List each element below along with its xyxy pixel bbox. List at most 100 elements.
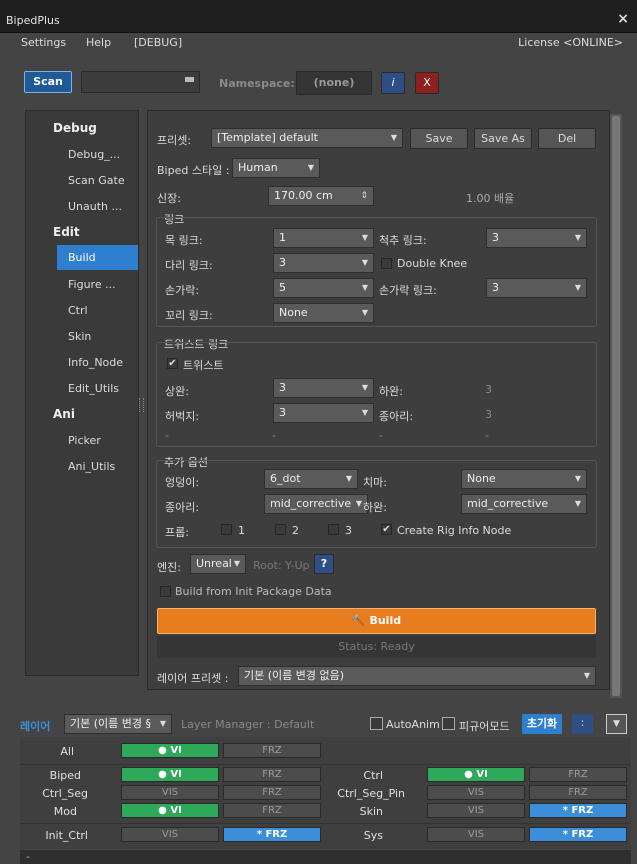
extra-calf-select[interactable]: mid_corrective ▼ <box>264 494 368 514</box>
twist-checkbox[interactable]: ✔ <box>167 358 178 369</box>
ctrl-seg-pin-frz-toggle[interactable]: FRZ <box>529 785 627 800</box>
ctrl-frz-toggle[interactable]: FRZ <box>529 767 627 782</box>
menu-help[interactable]: Help <box>86 36 111 49</box>
license-status: License <ONLINE> <box>518 36 623 49</box>
extra-calf-label: 종아리: <box>165 501 200 514</box>
height-scale: 1.00 배율 <box>466 192 515 205</box>
figure-mode-checkbox[interactable] <box>442 717 455 730</box>
upper-arm-select[interactable]: 3 ▼ <box>273 378 374 398</box>
sidebar-item-ctrl[interactable]: Ctrl <box>68 304 88 317</box>
biped-style-label: Biped 스타일 : <box>157 164 230 177</box>
rig-info-checkbox[interactable]: ✔ <box>381 524 392 535</box>
layer-preset-select[interactable]: 기본 (이름 변경 없음) ▼ <box>238 666 596 686</box>
save-as-button[interactable]: Save As <box>474 128 532 149</box>
tail-link-select[interactable]: None ▼ <box>273 303 374 323</box>
menu-bar: Settings Help [DEBUG] License <ONLINE> <box>0 33 637 57</box>
layer-preset-value: 기본 (이름 변경 없음) <box>244 669 345 682</box>
init-ctrl-vis-toggle[interactable]: VIS <box>121 827 219 842</box>
sys-frz-toggle[interactable]: * FRZ <box>529 827 627 842</box>
sys-vis-toggle[interactable]: VIS <box>427 827 525 842</box>
layer-menu-button[interactable]: : <box>572 714 593 734</box>
prop-3-checkbox[interactable] <box>328 524 339 535</box>
biped-vi-toggle[interactable]: ● VI <box>121 767 219 782</box>
reset-button[interactable]: 초기화 <box>522 714 562 734</box>
ctrl-seg-pin-vis-toggle[interactable]: VIS <box>427 785 525 800</box>
engine-help-button[interactable]: ? <box>314 554 334 574</box>
hip-label: 엉덩이: <box>165 476 200 489</box>
extra-forearm-label: 하완: <box>363 501 387 514</box>
spine-link-select[interactable]: 3 ▼ <box>486 228 587 248</box>
extra-forearm-select[interactable]: mid_corrective ▼ <box>461 494 587 514</box>
hip-select[interactable]: 6_dot ▼ <box>264 469 358 489</box>
scan-input[interactable] <box>81 71 200 93</box>
save-button[interactable]: Save <box>410 128 468 149</box>
sidebar-item-scan-gate[interactable]: Scan Gate <box>68 174 125 187</box>
all-frz-toggle[interactable]: FRZ <box>223 743 321 758</box>
info-button[interactable]: i <box>381 72 405 94</box>
biped-style-select[interactable]: Human ▼ <box>232 158 320 178</box>
ctrl-seg-vis-toggle[interactable]: VIS <box>121 785 219 800</box>
sidebar-item-figure[interactable]: Figure ... <box>68 278 116 291</box>
mod-vi-toggle[interactable]: ● VI <box>121 803 219 818</box>
figure-mode-label: 피규어모드 <box>459 720 510 733</box>
window-title: BipedPlus <box>6 14 60 27</box>
ctrl-seg-frz-toggle[interactable]: FRZ <box>223 785 321 800</box>
upper-arm-value: 3 <box>279 381 286 394</box>
layer-manager-label: Layer Manager : Default <box>181 718 315 731</box>
init-ctrl-frz-toggle[interactable]: * FRZ <box>223 827 321 842</box>
menu-settings[interactable]: Settings <box>21 36 66 49</box>
scrollbar[interactable] <box>610 114 622 698</box>
chevron-down-icon: ▼ <box>574 499 581 508</box>
sidebar-item-picker[interactable]: Picker <box>68 434 101 447</box>
sidebar-item-unauth[interactable]: Unauth ... <box>68 200 122 213</box>
mod-frz-toggle[interactable]: FRZ <box>223 803 321 818</box>
namespace-label: Namespace: <box>219 77 295 90</box>
delete-button[interactable]: Del <box>538 128 596 149</box>
sidebar-item-info-node[interactable]: Info_Node <box>68 356 123 369</box>
close-icon[interactable]: × <box>617 11 629 27</box>
leg-link-select[interactable]: 3 ▼ <box>273 253 374 273</box>
chevron-down-icon: ▼ <box>355 499 362 508</box>
skin-vis-toggle[interactable]: VIS <box>427 803 525 818</box>
skirt-select[interactable]: None ▼ <box>461 469 587 489</box>
layer-divider <box>20 823 631 824</box>
chevron-down-icon: ▼ <box>574 233 581 242</box>
layer-skin-label: Skin <box>359 805 383 818</box>
scan-button[interactable]: Scan <box>24 71 72 93</box>
prop-2-checkbox[interactable] <box>275 524 286 535</box>
autoanim-checkbox[interactable] <box>370 717 383 730</box>
prop-1-checkbox[interactable] <box>221 524 232 535</box>
finger-link-select[interactable]: 3 ▼ <box>486 278 587 298</box>
thigh-select[interactable]: 3 ▼ <box>273 403 374 423</box>
sidebar-item-edit-utils[interactable]: Edit_Utils <box>68 382 119 395</box>
engine-select[interactable]: Unreal ▼ <box>190 554 246 574</box>
finger-label: 손가락: <box>165 284 200 297</box>
all-vi-toggle[interactable]: ● VI <box>121 743 219 758</box>
prop-1-label: 1 <box>238 524 245 537</box>
scrollbar-thumb[interactable] <box>612 116 620 696</box>
neck-link-select[interactable]: 1 ▼ <box>273 228 374 248</box>
build-button[interactable]: 🔨 Build <box>157 608 596 634</box>
ctrl-vi-toggle[interactable]: ● VI <box>427 767 525 782</box>
forearm-label: 하완: <box>379 385 403 398</box>
init-package-checkbox[interactable] <box>160 586 171 597</box>
preset-select[interactable]: [Template] default ▼ <box>211 128 403 148</box>
clear-button[interactable]: X <box>415 72 439 94</box>
height-spinner[interactable]: 170.00 cm ⇕ <box>268 186 374 206</box>
double-knee-checkbox[interactable] <box>381 258 392 269</box>
menu-debug[interactable]: [DEBUG] <box>134 36 182 49</box>
footer-text: - <box>26 850 30 863</box>
collapse-button[interactable]: ▼ <box>606 714 627 734</box>
sidebar-item-debug[interactable]: Debug_... <box>68 148 120 161</box>
sidebar-item-ani-utils[interactable]: Ani_Utils <box>68 460 115 473</box>
spine-link-value: 3 <box>492 231 499 244</box>
sidebar-item-build[interactable]: Build <box>57 245 138 270</box>
layer-ctrl-seg-label: Ctrl_Seg <box>42 787 88 800</box>
layer-select[interactable]: 기본 (이름 변경 § ▼ <box>64 714 172 734</box>
biped-frz-toggle[interactable]: FRZ <box>223 767 321 782</box>
splitter-handle[interactable] <box>139 398 144 412</box>
finger-select[interactable]: 5 ▼ <box>273 278 374 298</box>
sidebar-item-skin[interactable]: Skin <box>68 330 91 343</box>
namespace-field[interactable]: (none) <box>296 71 372 95</box>
skin-frz-toggle[interactable]: * FRZ <box>529 803 627 818</box>
